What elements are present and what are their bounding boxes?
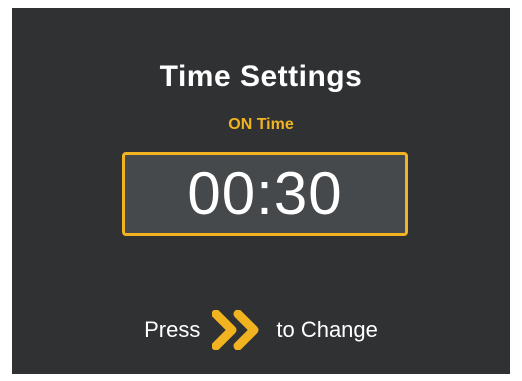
hint-suffix: to Change xyxy=(276,317,378,342)
change-hint: Press to Change xyxy=(12,310,510,350)
time-settings-screen: Time Settings ON Time 00:30 Press to Cha… xyxy=(12,8,510,374)
page-title: Time Settings xyxy=(159,60,363,93)
time-value-box[interactable]: 00:30 xyxy=(122,152,408,236)
time-value: 00:30 xyxy=(187,160,343,227)
double-chevron-right-icon xyxy=(212,310,259,350)
setting-subtitle: ON Time xyxy=(228,116,294,133)
hint-prefix: Press xyxy=(144,317,201,342)
